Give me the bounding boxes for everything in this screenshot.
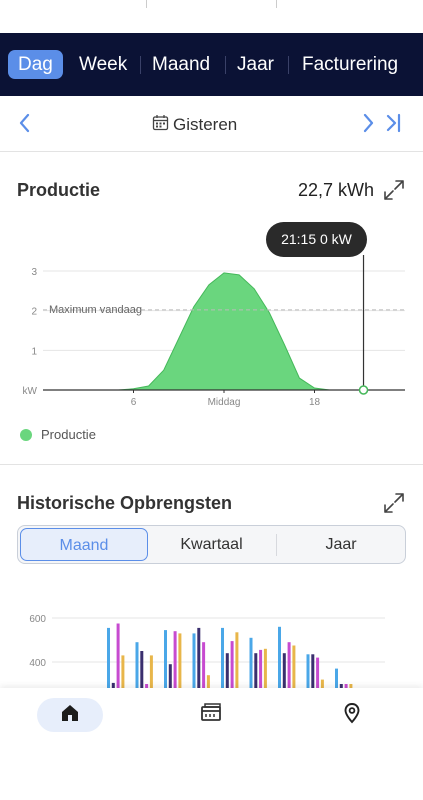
date-navigation: Gisteren bbox=[0, 96, 423, 152]
bar bbox=[168, 664, 172, 690]
bar bbox=[311, 654, 315, 690]
bar bbox=[202, 642, 206, 690]
y-tick-label: kW bbox=[23, 386, 38, 397]
y-axis-ticks: 400 600 bbox=[29, 614, 46, 669]
dashboard-icon bbox=[199, 702, 223, 729]
bar bbox=[178, 633, 182, 690]
history-segment-control: Maand Kwartaal Jaar bbox=[17, 525, 406, 564]
chart-tooltip: 21:15 0 kW bbox=[266, 222, 367, 257]
tab-dag[interactable]: Dag bbox=[8, 50, 63, 79]
skip-to-last-icon[interactable] bbox=[384, 112, 404, 139]
x-tick-label: 18 bbox=[309, 397, 321, 408]
tab-maand[interactable]: Maand bbox=[142, 50, 220, 79]
segment-maand[interactable]: Maand bbox=[20, 528, 148, 561]
bar bbox=[292, 645, 296, 690]
y-tick-label: 3 bbox=[31, 267, 37, 278]
production-chart: kW 1 2 3 Maximum vandaag 6 Middag 18 bbox=[23, 255, 405, 408]
y-axis-ticks: kW 1 2 3 bbox=[23, 267, 38, 397]
x-axis-ticks: 6 Middag 18 bbox=[131, 390, 321, 408]
bar bbox=[221, 627, 224, 690]
chart-legend[interactable]: Productie bbox=[20, 427, 96, 442]
bar bbox=[149, 655, 153, 690]
history-title: Historische Opbrengsten bbox=[17, 493, 233, 513]
nav-dashboard[interactable] bbox=[178, 698, 244, 732]
bar bbox=[278, 626, 281, 690]
bar bbox=[259, 649, 263, 690]
expand-icon[interactable] bbox=[383, 492, 405, 519]
bar bbox=[135, 642, 139, 690]
bar bbox=[316, 657, 320, 690]
bar bbox=[254, 653, 258, 690]
segment-jaar[interactable]: Jaar bbox=[277, 526, 405, 563]
bar bbox=[116, 623, 120, 690]
y-tick-label: 600 bbox=[29, 614, 46, 625]
nav-home[interactable] bbox=[37, 698, 103, 732]
production-title: Productie bbox=[17, 180, 101, 200]
bar bbox=[164, 630, 167, 690]
bar bbox=[107, 627, 110, 690]
summary-divider bbox=[0, 0, 147, 8]
nav-location[interactable] bbox=[319, 698, 385, 732]
x-tick-label: 6 bbox=[131, 397, 137, 408]
summary-divider bbox=[147, 0, 277, 8]
top-summary-strip bbox=[0, 0, 423, 8]
bar bbox=[230, 641, 234, 690]
tab-jaar[interactable]: Jaar bbox=[227, 50, 284, 79]
date-selector[interactable]: Gisteren bbox=[152, 114, 237, 136]
bar bbox=[335, 668, 338, 690]
tab-separator bbox=[288, 56, 289, 74]
section-divider bbox=[0, 464, 423, 465]
home-icon bbox=[59, 702, 81, 729]
x-tick-label: Middag bbox=[208, 397, 241, 408]
calendar-icon bbox=[152, 114, 173, 136]
period-tab-bar: Dag Week Maand Jaar Facturering bbox=[0, 33, 423, 96]
bar bbox=[173, 631, 177, 690]
y-tick-label: 2 bbox=[31, 307, 37, 318]
history-bar-chart: 400 600 bbox=[29, 614, 385, 690]
expand-icon[interactable] bbox=[383, 179, 405, 206]
max-label: Maximum vandaag bbox=[49, 304, 142, 316]
tab-facturering[interactable]: Facturering bbox=[292, 50, 408, 79]
bar bbox=[197, 627, 201, 690]
location-icon bbox=[341, 702, 363, 729]
production-area bbox=[43, 272, 405, 391]
segment-kwartaal[interactable]: Kwartaal bbox=[148, 526, 275, 563]
bar-series bbox=[107, 623, 353, 690]
production-total: 22,7 kWh bbox=[297, 180, 374, 200]
chart-grid bbox=[52, 617, 385, 663]
bar bbox=[287, 642, 291, 690]
bar bbox=[306, 654, 310, 690]
bar bbox=[225, 653, 229, 690]
legend-label: Productie bbox=[41, 427, 96, 442]
bar bbox=[140, 651, 144, 690]
bar bbox=[121, 655, 125, 690]
bottom-navigation bbox=[0, 688, 423, 800]
bar bbox=[249, 637, 253, 690]
date-label: Gisteren bbox=[173, 115, 238, 134]
y-tick-label: 1 bbox=[31, 346, 37, 357]
y-tick-label: 400 bbox=[29, 658, 46, 669]
bar bbox=[282, 653, 286, 690]
chevron-right-icon[interactable] bbox=[360, 112, 376, 139]
tab-separator bbox=[140, 56, 141, 74]
cursor-point bbox=[358, 385, 369, 395]
legend-dot bbox=[20, 428, 32, 441]
tab-week[interactable]: Week bbox=[69, 50, 137, 79]
tab-separator bbox=[225, 56, 226, 74]
bar bbox=[235, 632, 239, 690]
chevron-left-icon[interactable] bbox=[17, 112, 33, 139]
bar bbox=[263, 648, 267, 690]
bar bbox=[192, 633, 196, 690]
